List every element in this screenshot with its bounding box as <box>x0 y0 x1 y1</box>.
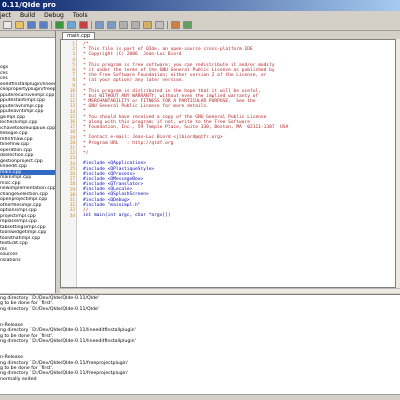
editor-vertical-scrollbar[interactable] <box>396 39 400 288</box>
build-output-log: ng directory `D:/Dev/QIde/QIde-0.11/QIde… <box>0 295 400 382</box>
tree-item[interactable]: newimplementation.cpp <box>0 186 55 192</box>
stop-icon[interactable] <box>79 21 88 29</box>
code-editor[interactable]: 1 2 3 4 5 6 7 8 9 10 11 12 13 14 15 16 17 18 19 20 21 22 23 24 2… <box>60 39 396 288</box>
tree-item[interactable] <box>0 291 55 294</box>
window-title-bar: 0.11/QIde pro <box>0 0 400 11</box>
editor-tab-bar: main.cpp <box>60 31 400 39</box>
toolbar-separator <box>91 21 92 29</box>
step-icon[interactable] <box>183 21 192 29</box>
redo-icon[interactable] <box>107 21 116 29</box>
menu-item[interactable]: Tools <box>73 11 88 20</box>
menu-bar: ject Build Debug Tools <box>0 11 400 20</box>
project-tree-header <box>0 31 55 38</box>
new-file-icon[interactable] <box>3 21 12 29</box>
toolbar <box>0 20 400 31</box>
menu-item[interactable]: ject <box>0 11 11 20</box>
code-line: int main(int argc, char *argv[]) <box>83 213 171 219</box>
line-number-gutter: 1 2 3 4 5 6 7 8 9 10 11 12 13 14 15 16 17 18 19 20 21 22 23 24 2… <box>61 40 77 287</box>
window-title: 0.11/QIde pro <box>2 1 56 9</box>
toolbar-separator <box>167 21 168 29</box>
build-icon[interactable] <box>67 21 76 29</box>
cut-icon[interactable] <box>119 21 128 29</box>
output-line: normally exited <box>0 376 37 382</box>
tree-item[interactable]: ceopropertyplugin/freeprojet <box>0 87 55 93</box>
run-icon[interactable] <box>55 21 64 29</box>
editor-horizontal-scrollbar[interactable] <box>60 288 400 293</box>
tree-item[interactable]: openprojectimpl.cpp <box>0 197 55 203</box>
status-bar <box>0 394 400 400</box>
code-text-area[interactable]: /* * This file is part of QIde, an open-s… <box>83 40 395 219</box>
project-tree[interactable]: ogscesceseeditfinstallplugin/lineeditfin… <box>0 38 55 293</box>
paste-icon[interactable] <box>143 21 152 29</box>
open-icon[interactable] <box>15 21 24 29</box>
find-icon[interactable] <box>155 21 164 29</box>
copy-icon[interactable] <box>131 21 140 29</box>
line-number: 34 <box>69 213 75 219</box>
menu-item[interactable]: Debug <box>44 11 64 20</box>
fold-margin[interactable] <box>77 40 82 287</box>
tab-main-cpp[interactable]: main.cpp <box>62 32 96 39</box>
save-icon[interactable] <box>27 21 36 29</box>
undo-icon[interactable] <box>95 21 104 29</box>
menu-item[interactable]: Build <box>20 11 35 20</box>
save-all-icon[interactable] <box>39 21 48 29</box>
debug-icon[interactable] <box>171 21 180 29</box>
build-output-panel[interactable]: ng directory `D:/Dev/QIde/QIde-0.11/QIde… <box>0 294 400 394</box>
project-tree-panel: ogscesceseeditfinstallplugin/lineeditfin… <box>0 31 56 293</box>
toolbar-separator <box>51 21 52 29</box>
